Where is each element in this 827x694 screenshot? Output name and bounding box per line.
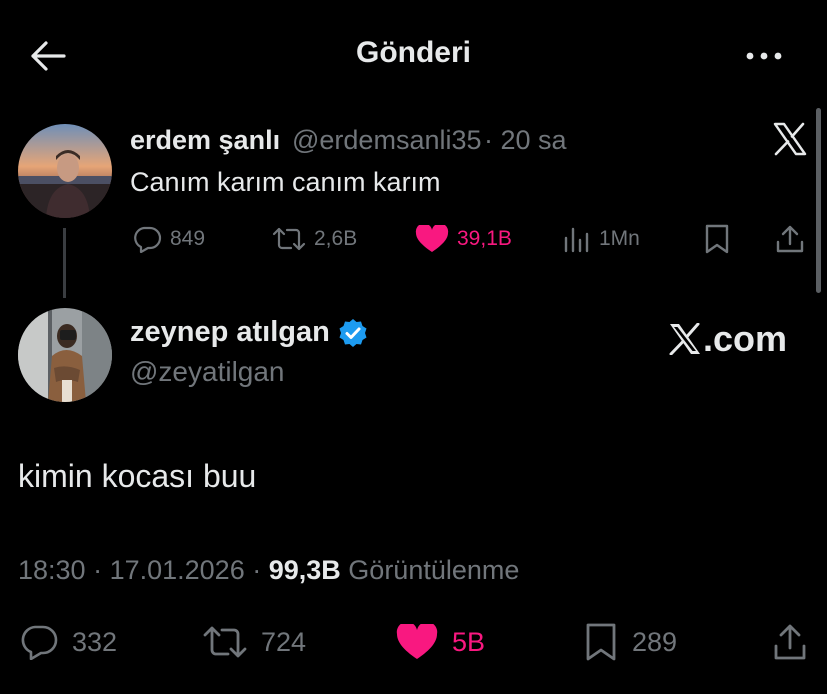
x-logo-icon (669, 323, 700, 355)
bookmark-icon (705, 224, 729, 254)
verified-badge-icon (338, 318, 368, 348)
heart-filled-icon (396, 624, 438, 659)
repost-icon (203, 626, 247, 658)
bookmark-count: 289 (632, 626, 678, 657)
views-button[interactable]: 1Mn (563, 222, 640, 256)
tweet-text: Canım karım canım karım (130, 167, 441, 197)
analytics-icon (564, 227, 589, 253)
like-button[interactable]: 39,1B (415, 222, 512, 256)
tweet-meta: 18:30 · 17.01.2026 · 99,3B Görüntülenme (18, 555, 520, 585)
bookmark-icon (586, 623, 616, 661)
tweet-date[interactable]: 17.01.2026 (110, 555, 245, 585)
share-button[interactable] (775, 222, 813, 256)
like-count: 5B (452, 626, 486, 657)
avatar-zeynep[interactable] (18, 308, 112, 402)
repost-button[interactable]: 724 (203, 620, 306, 664)
avatar-erdem[interactable] (18, 124, 112, 218)
author-handle[interactable]: @erdemsanli35 (292, 125, 482, 156)
x-logo-icon (772, 122, 808, 156)
separator: · (484, 125, 493, 155)
reply-count: 849 (170, 227, 206, 250)
more-button[interactable] (742, 44, 786, 68)
reply-icon (134, 226, 162, 253)
repost-icon (272, 227, 306, 251)
like-button[interactable]: 5B (396, 620, 485, 664)
repost-button[interactable]: 2,6B (272, 222, 357, 256)
reply-count: 332 (72, 626, 118, 657)
views-count: 99,3B (268, 555, 341, 585)
repost-count: 2,6B (314, 227, 358, 250)
x-com-watermark: .com (668, 318, 787, 360)
like-count: 39,1B (457, 227, 512, 250)
repost-count: 724 (261, 626, 307, 657)
reply-button[interactable]: 849 (132, 222, 205, 256)
views-label: Görüntülenme (348, 555, 520, 585)
share-icon (774, 624, 806, 660)
tweet-time[interactable]: · 20 sa (484, 125, 567, 156)
tweet-time[interactable]: 18:30 (18, 555, 86, 585)
thread-connector (63, 228, 66, 298)
scrollbar[interactable] (816, 108, 821, 293)
bookmark-button[interactable]: 289 (584, 620, 677, 664)
tweet-text: kimin kocası buu (18, 458, 257, 494)
heart-filled-icon (415, 225, 449, 252)
reply-button[interactable]: 332 (20, 620, 117, 664)
relative-time: 20 sa (500, 125, 567, 155)
bookmark-button[interactable] (704, 222, 738, 256)
author-name[interactable]: zeynep atılgan (130, 316, 330, 349)
reply-icon (21, 625, 58, 660)
author-name[interactable]: erdem şanlı (130, 125, 280, 156)
share-button[interactable] (772, 620, 822, 664)
share-icon (776, 225, 804, 253)
author-handle[interactable]: @zeyatilgan (130, 356, 285, 388)
more-horizontal-icon (746, 52, 782, 60)
watermark-text: .com (703, 318, 788, 359)
views-count: 1Mn (599, 227, 640, 250)
page-title: Gönderi (355, 36, 471, 69)
